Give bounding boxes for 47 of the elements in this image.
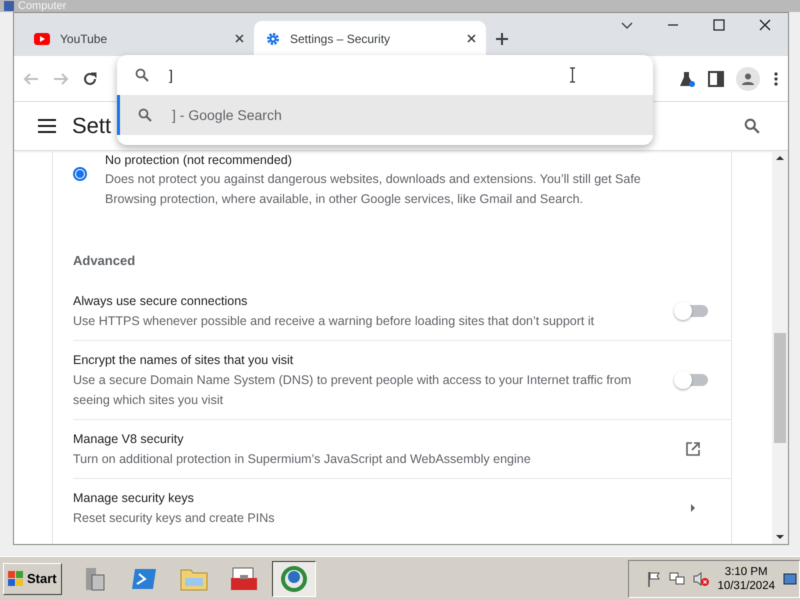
setting-title: Always use secure connections — [73, 293, 248, 310]
play-logo-icon — [34, 32, 50, 44]
setting-description: Reset security keys and create PINs — [73, 510, 276, 527]
show-desktop-icon[interactable] — [783, 572, 797, 586]
toolbox-icon — [228, 566, 259, 592]
setting-title: Manage V8 security — [73, 431, 184, 448]
taskbar-button[interactable] — [272, 560, 316, 596]
windows-logo-icon — [8, 570, 24, 586]
close-icon[interactable] — [467, 34, 476, 43]
address-input[interactable]: ] — [169, 67, 549, 83]
flag-icon[interactable] — [647, 570, 662, 586]
setting-description: Turn on additional protection in Supermium’s JavaScript and WebAssembly engine — [73, 451, 532, 468]
text-cursor-icon — [569, 67, 576, 83]
option-label: No protection (not recommended) — [105, 152, 293, 169]
profile-avatar[interactable] — [736, 66, 760, 90]
side-panel-icon[interactable] — [708, 70, 724, 86]
setting-description: Use HTTPS whenever possible and receive a warning before loading sites that don’t support it — [73, 313, 596, 330]
external-link-icon[interactable] — [685, 441, 701, 457]
globe-icon — [278, 564, 309, 594]
setting-description: Use a secure Domain Name System (DNS) to prevent people with access to your Internet traffic from seeing which sites you visit — [73, 372, 632, 409]
flask-icon[interactable] — [678, 70, 696, 88]
suggestion-item[interactable]: ] - Google Search — [117, 95, 653, 135]
network-icon[interactable] — [669, 570, 686, 586]
terminal-icon — [130, 566, 158, 590]
gear-icon — [266, 32, 280, 46]
search-icon — [135, 68, 149, 82]
search-icon — [138, 108, 152, 122]
page-title: Sett — [72, 113, 112, 139]
clock[interactable]: 3:10 PM 10/31/2024 — [717, 564, 775, 592]
muted-speaker-icon[interactable] — [693, 570, 710, 586]
scrollbar-thumb[interactable] — [774, 333, 786, 443]
start-button[interactable]: Start — [3, 562, 62, 594]
arrow-right-icon[interactable] — [690, 503, 696, 513]
browser-tab[interactable]: YouTube — [22, 21, 254, 56]
browser-tab[interactable]: Settings – Security — [254, 21, 486, 56]
reload-icon[interactable] — [82, 70, 98, 86]
option-description: Does not protect you against dangerous websites, downloads and extensions. You’ll still get Safe Browsing protection, where available, in other Google services, like Gmail and Search. — [105, 171, 642, 208]
search-icon — [744, 118, 760, 134]
scrollbar[interactable] — [772, 151, 788, 544]
close-icon[interactable] — [235, 34, 244, 43]
setting-title: Manage security keys — [73, 490, 195, 507]
more-vert-icon[interactable] — [772, 70, 780, 86]
radio-button[interactable] — [73, 167, 87, 181]
menu-icon[interactable] — [38, 119, 56, 133]
section-heading: Advanced — [73, 253, 136, 268]
plus-icon — [495, 32, 509, 46]
setting-title: Encrypt the names of sites that you visit — [73, 352, 294, 369]
